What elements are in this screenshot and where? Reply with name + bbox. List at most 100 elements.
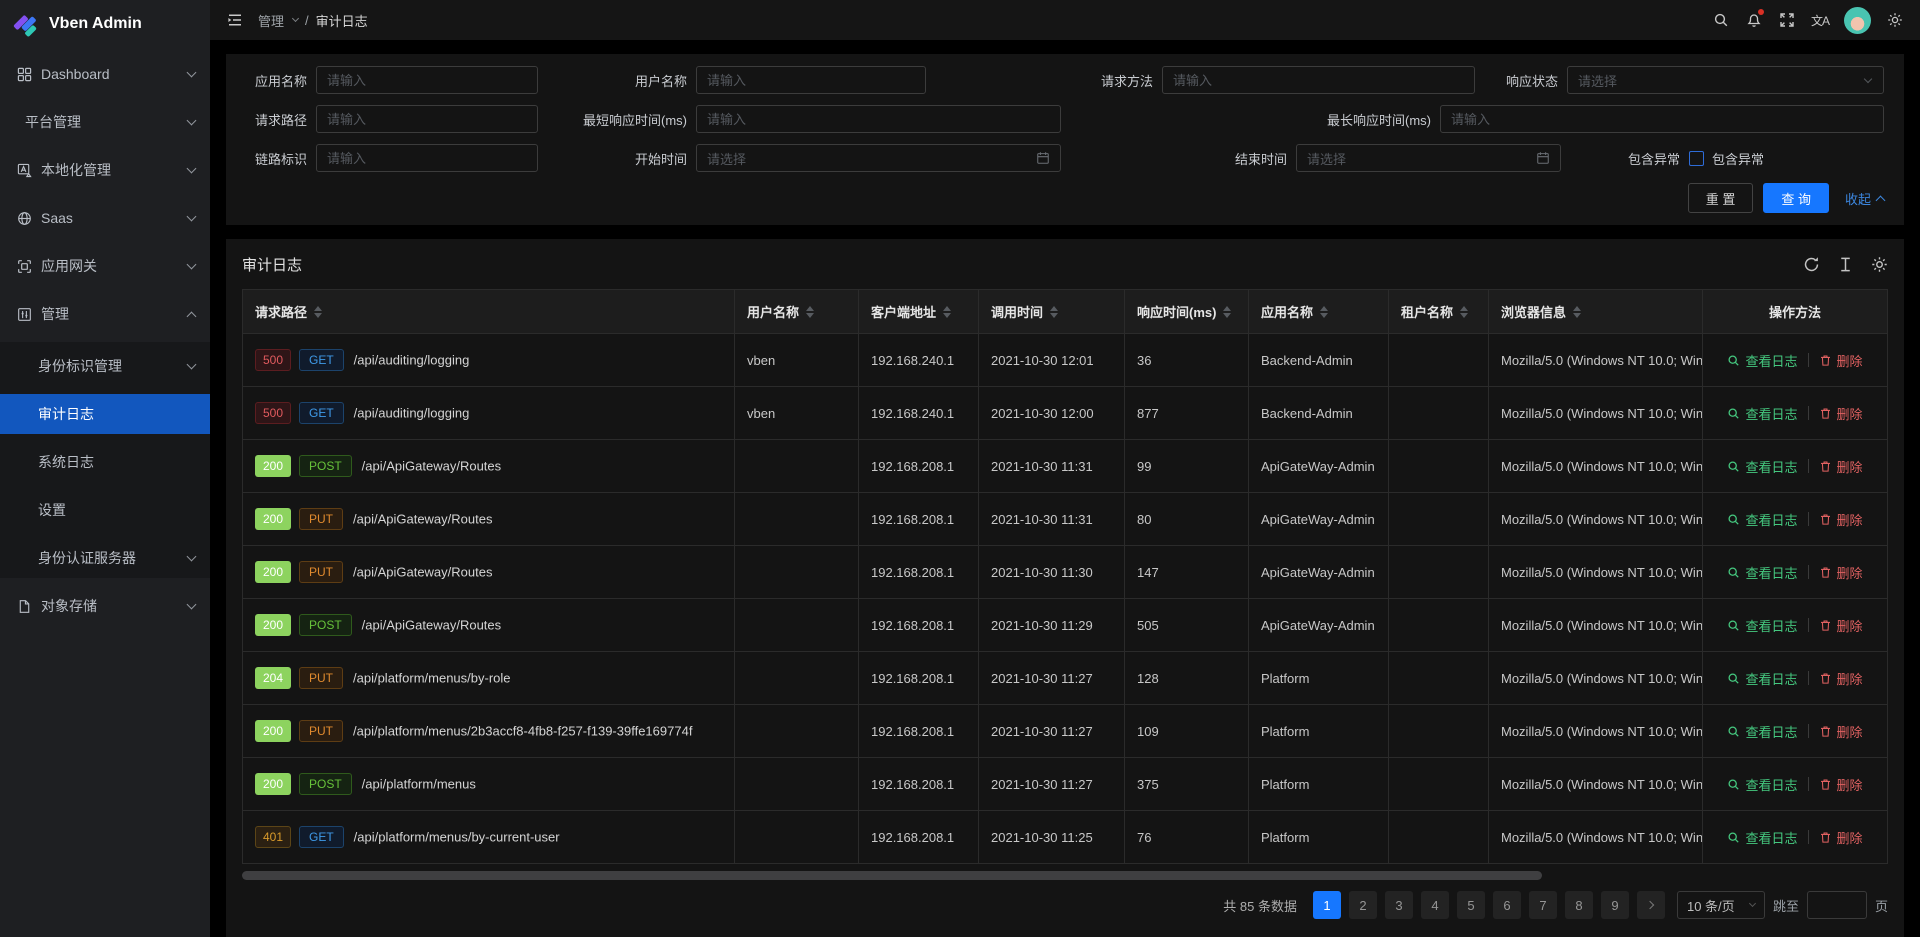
page-button-3[interactable]: 3 — [1385, 891, 1413, 919]
jump-page-input[interactable] — [1807, 891, 1867, 919]
next-page-button[interactable] — [1637, 891, 1665, 919]
horizontal-scrollbar[interactable] — [242, 871, 1542, 880]
sort-icon[interactable] — [1320, 306, 1328, 318]
chevron-right-icon — [1646, 901, 1654, 909]
sidebar-item-dashboard[interactable]: Dashboard — [0, 54, 210, 94]
table-row[interactable]: 200POST/api/ApiGateway/Routes192.168.208… — [243, 440, 1888, 493]
sidebar-item-auth-server[interactable]: 身份认证服务器 — [0, 538, 210, 578]
query-button[interactable]: 查 询 — [1763, 183, 1829, 213]
page-button-4[interactable]: 4 — [1421, 891, 1449, 919]
end-time-picker[interactable]: 请选择 — [1296, 144, 1561, 172]
logo[interactable]: Vben Admin — [0, 0, 210, 48]
page-button-2[interactable]: 2 — [1349, 891, 1377, 919]
view-log-button[interactable]: 查看日志 — [1727, 404, 1797, 423]
sidebar-item-manage[interactable]: 管理 — [0, 294, 210, 334]
table-row[interactable]: 200PUT/api/ApiGateway/Routes192.168.208.… — [243, 546, 1888, 599]
delete-button[interactable]: 删除 — [1819, 722, 1863, 741]
user-name-input[interactable] — [696, 66, 926, 94]
column-header[interactable]: 调用时间 — [979, 290, 1125, 334]
request-method-input[interactable] — [1162, 66, 1475, 94]
sort-icon[interactable] — [314, 306, 322, 318]
delete-button[interactable]: 删除 — [1819, 404, 1863, 423]
translate-icon[interactable]: 文A — [1811, 11, 1829, 29]
column-settings-icon[interactable] — [1871, 256, 1888, 273]
call-time-cell: 2021-10-30 11:29 — [979, 599, 1125, 652]
breadcrumb-parent[interactable]: 管理 — [258, 11, 284, 30]
max-response-time-input[interactable] — [1440, 105, 1884, 133]
column-header[interactable]: 用户名称 — [735, 290, 859, 334]
delete-button[interactable]: 删除 — [1819, 828, 1863, 847]
gear-icon[interactable] — [1886, 11, 1904, 29]
row-height-icon[interactable] — [1837, 256, 1854, 273]
sort-icon[interactable] — [1573, 306, 1581, 318]
view-log-button[interactable]: 查看日志 — [1727, 616, 1797, 635]
sidebar-item-saas[interactable]: Saas — [0, 198, 210, 238]
app-name-input[interactable] — [316, 66, 538, 94]
sidebar-item-platform[interactable]: 平台管理 — [0, 102, 210, 142]
sidebar-item-identity-management[interactable]: 身份标识管理 — [0, 346, 210, 386]
table-row[interactable]: 401GET/api/platform/menus/by-current-use… — [243, 811, 1888, 864]
sidebar-item-localization[interactable]: 本地化管理 — [0, 150, 210, 190]
column-header[interactable]: 客户端地址 — [859, 290, 979, 334]
view-log-button[interactable]: 查看日志 — [1727, 510, 1797, 529]
sidebar-item-settings[interactable]: 设置 — [0, 490, 210, 530]
collapse-filter-link[interactable]: 收起 — [1845, 189, 1884, 208]
collapse-sidebar-icon[interactable] — [226, 11, 244, 29]
delete-button[interactable]: 删除 — [1819, 351, 1863, 370]
avatar[interactable] — [1844, 7, 1871, 34]
page-button-9[interactable]: 9 — [1601, 891, 1629, 919]
delete-button[interactable]: 删除 — [1819, 669, 1863, 688]
sort-icon[interactable] — [1050, 306, 1058, 318]
table-row[interactable]: 204PUT/api/platform/menus/by-role192.168… — [243, 652, 1888, 705]
sort-icon[interactable] — [806, 306, 814, 318]
sidebar-item-object-storage[interactable]: 对象存储 — [0, 586, 210, 626]
field-label: 结束时间 — [1061, 149, 1296, 168]
delete-button[interactable]: 删除 — [1819, 457, 1863, 476]
view-log-button[interactable]: 查看日志 — [1727, 722, 1797, 741]
min-response-time-input[interactable] — [696, 105, 1061, 133]
delete-button[interactable]: 删除 — [1819, 616, 1863, 635]
column-header[interactable]: 应用名称 — [1249, 290, 1389, 334]
delete-button[interactable]: 删除 — [1819, 563, 1863, 582]
table-row[interactable]: 500GET/api/auditing/loggingvben192.168.2… — [243, 334, 1888, 387]
view-log-button[interactable]: 查看日志 — [1727, 828, 1797, 847]
sidebar-item-system-log[interactable]: 系统日志 — [0, 442, 210, 482]
view-log-button[interactable]: 查看日志 — [1727, 563, 1797, 582]
table-row[interactable]: 200PUT/api/platform/menus/2b3accf8-4fb8-… — [243, 705, 1888, 758]
view-log-button[interactable]: 查看日志 — [1727, 351, 1797, 370]
response-status-select[interactable]: 请选择 — [1567, 66, 1884, 94]
request-path-input[interactable] — [316, 105, 538, 133]
sidebar-item-audit-log[interactable]: 审计日志 — [0, 394, 210, 434]
delete-button[interactable]: 删除 — [1819, 775, 1863, 794]
reset-button[interactable]: 重 置 — [1688, 183, 1754, 213]
delete-button[interactable]: 删除 — [1819, 510, 1863, 529]
column-header[interactable]: 请求路径 — [243, 290, 735, 334]
column-header[interactable]: 浏览器信息 — [1489, 290, 1703, 334]
column-header[interactable]: 响应时间(ms) — [1125, 290, 1249, 334]
sort-icon[interactable] — [1460, 306, 1468, 318]
table-row[interactable]: 500GET/api/auditing/loggingvben192.168.2… — [243, 387, 1888, 440]
refresh-icon[interactable] — [1803, 256, 1820, 273]
trace-id-input[interactable] — [316, 144, 538, 172]
page-button-1[interactable]: 1 — [1313, 891, 1341, 919]
table-row[interactable]: 200PUT/api/ApiGateway/Routes192.168.208.… — [243, 493, 1888, 546]
table-row[interactable]: 200POST/api/platform/menus192.168.208.12… — [243, 758, 1888, 811]
view-log-button[interactable]: 查看日志 — [1727, 669, 1797, 688]
sort-icon[interactable] — [943, 306, 951, 318]
fullscreen-icon[interactable] — [1778, 11, 1796, 29]
search-icon[interactable] — [1712, 11, 1730, 29]
include-exception-checkbox[interactable] — [1689, 151, 1704, 166]
start-time-picker[interactable]: 请选择 — [696, 144, 1061, 172]
page-size-select[interactable]: 10 条/页 — [1677, 891, 1765, 919]
sidebar-item-gateway[interactable]: 应用网关 — [0, 246, 210, 286]
view-log-button[interactable]: 查看日志 — [1727, 775, 1797, 794]
table-row[interactable]: 200POST/api/ApiGateway/Routes192.168.208… — [243, 599, 1888, 652]
column-header[interactable]: 租户名称 — [1389, 290, 1489, 334]
page-button-7[interactable]: 7 — [1529, 891, 1557, 919]
page-button-6[interactable]: 6 — [1493, 891, 1521, 919]
page-button-5[interactable]: 5 — [1457, 891, 1485, 919]
bell-icon[interactable] — [1745, 11, 1763, 29]
view-log-button[interactable]: 查看日志 — [1727, 457, 1797, 476]
page-button-8[interactable]: 8 — [1565, 891, 1593, 919]
sort-icon[interactable] — [1223, 306, 1231, 318]
